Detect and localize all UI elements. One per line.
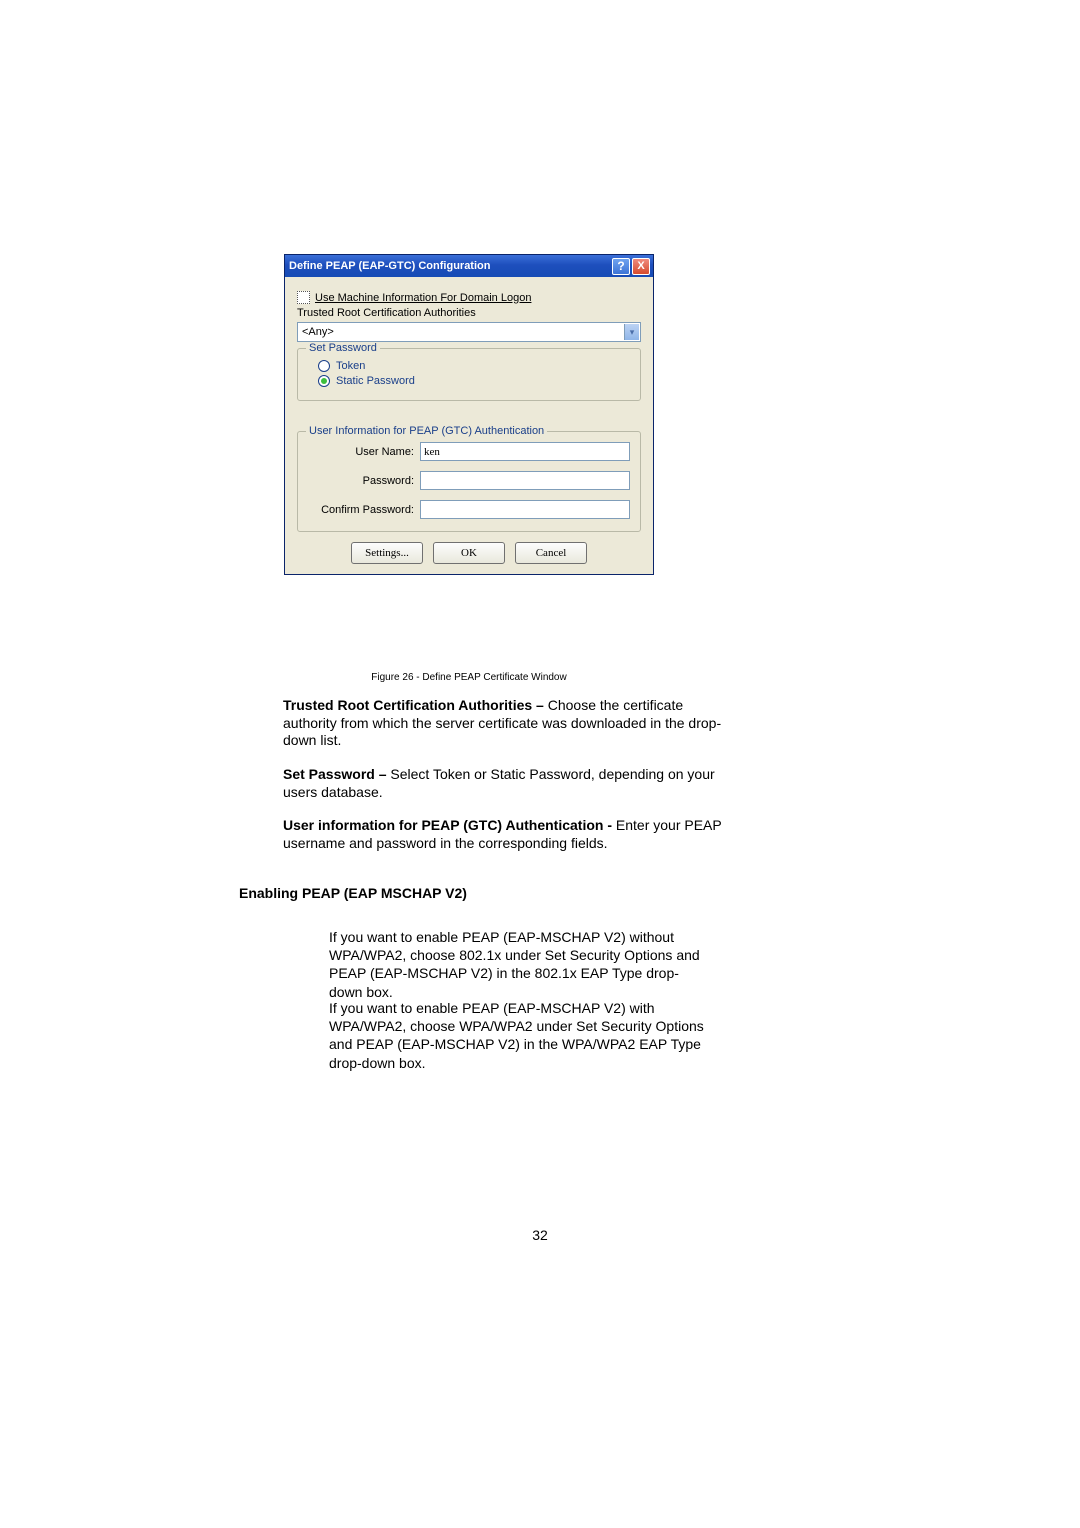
ok-button[interactable]: OK — [433, 542, 505, 564]
radio-icon[interactable] — [318, 375, 330, 387]
confirm-row: Confirm Password: — [308, 500, 630, 519]
indent-para-2: If you want to enable PEAP (EAP-MSCHAP V… — [329, 999, 709, 1072]
para3-bold: User information for PEAP (GTC) Authenti… — [283, 817, 616, 833]
confirm-input[interactable] — [420, 500, 630, 519]
set-password-legend: Set Password — [306, 342, 380, 354]
confirm-label: Confirm Password: — [308, 504, 420, 516]
password-label: Password: — [308, 475, 420, 487]
token-label: Token — [336, 360, 365, 372]
trusted-root-value: <Any> — [302, 326, 334, 338]
para-trusted-root: Trusted Root Certification Authorities –… — [283, 697, 735, 750]
username-input[interactable]: ken — [420, 442, 630, 461]
close-icon[interactable]: X — [632, 258, 650, 275]
section-heading: Enabling PEAP (EAP MSCHAP V2) — [239, 885, 739, 903]
para1-bold: Trusted Root Certification Authorities – — [283, 697, 548, 713]
checkbox-label: Use Machine Information For Domain Logon — [315, 292, 531, 304]
peap-config-dialog: Define PEAP (EAP-GTC) Configuration ? X … — [284, 254, 654, 575]
dialog-body: Use Machine Information For Domain Logon… — [285, 277, 653, 574]
token-radio-row[interactable]: Token — [318, 360, 630, 372]
trusted-root-select[interactable]: <Any> ▾ — [297, 322, 641, 342]
checkbox-icon[interactable] — [297, 291, 310, 304]
indent-para-1: If you want to enable PEAP (EAP-MSCHAP V… — [329, 928, 709, 1001]
password-row: Password: — [308, 471, 630, 490]
dialog-button-row: Settings... OK Cancel — [297, 542, 641, 564]
para-user-info: User information for PEAP (GTC) Authenti… — [283, 817, 735, 852]
figure-caption: Figure 26 - Define PEAP Certificate Wind… — [284, 672, 654, 683]
trusted-root-label: Trusted Root Certification Authorities — [297, 307, 641, 319]
username-label: User Name: — [308, 446, 420, 458]
title-buttons: ? X — [612, 258, 653, 275]
para2-bold: Set Password – — [283, 766, 390, 782]
dialog-title: Define PEAP (EAP-GTC) Configuration — [289, 260, 608, 272]
user-info-group: User Information for PEAP (GTC) Authenti… — [297, 431, 641, 532]
cancel-button[interactable]: Cancel — [515, 542, 587, 564]
user-info-legend: User Information for PEAP (GTC) Authenti… — [306, 425, 547, 437]
machine-info-checkbox-row[interactable]: Use Machine Information For Domain Logon — [297, 291, 641, 304]
password-input[interactable] — [420, 471, 630, 490]
set-password-group: Set Password Token Static Password — [297, 348, 641, 401]
username-row: User Name: ken — [308, 442, 630, 461]
help-icon[interactable]: ? — [612, 258, 630, 275]
para-set-password: Set Password – Select Token or Static Pa… — [283, 766, 735, 801]
document-page: Define PEAP (EAP-GTC) Configuration ? X … — [227, 72, 887, 393]
static-label: Static Password — [336, 375, 415, 387]
static-password-radio-row[interactable]: Static Password — [318, 375, 630, 387]
titlebar[interactable]: Define PEAP (EAP-GTC) Configuration ? X — [285, 255, 653, 277]
page-number: 32 — [0, 1227, 1080, 1243]
radio-icon[interactable] — [318, 360, 330, 372]
username-value: ken — [424, 446, 440, 458]
chevron-down-icon[interactable]: ▾ — [624, 324, 639, 340]
settings-button[interactable]: Settings... — [351, 542, 423, 564]
